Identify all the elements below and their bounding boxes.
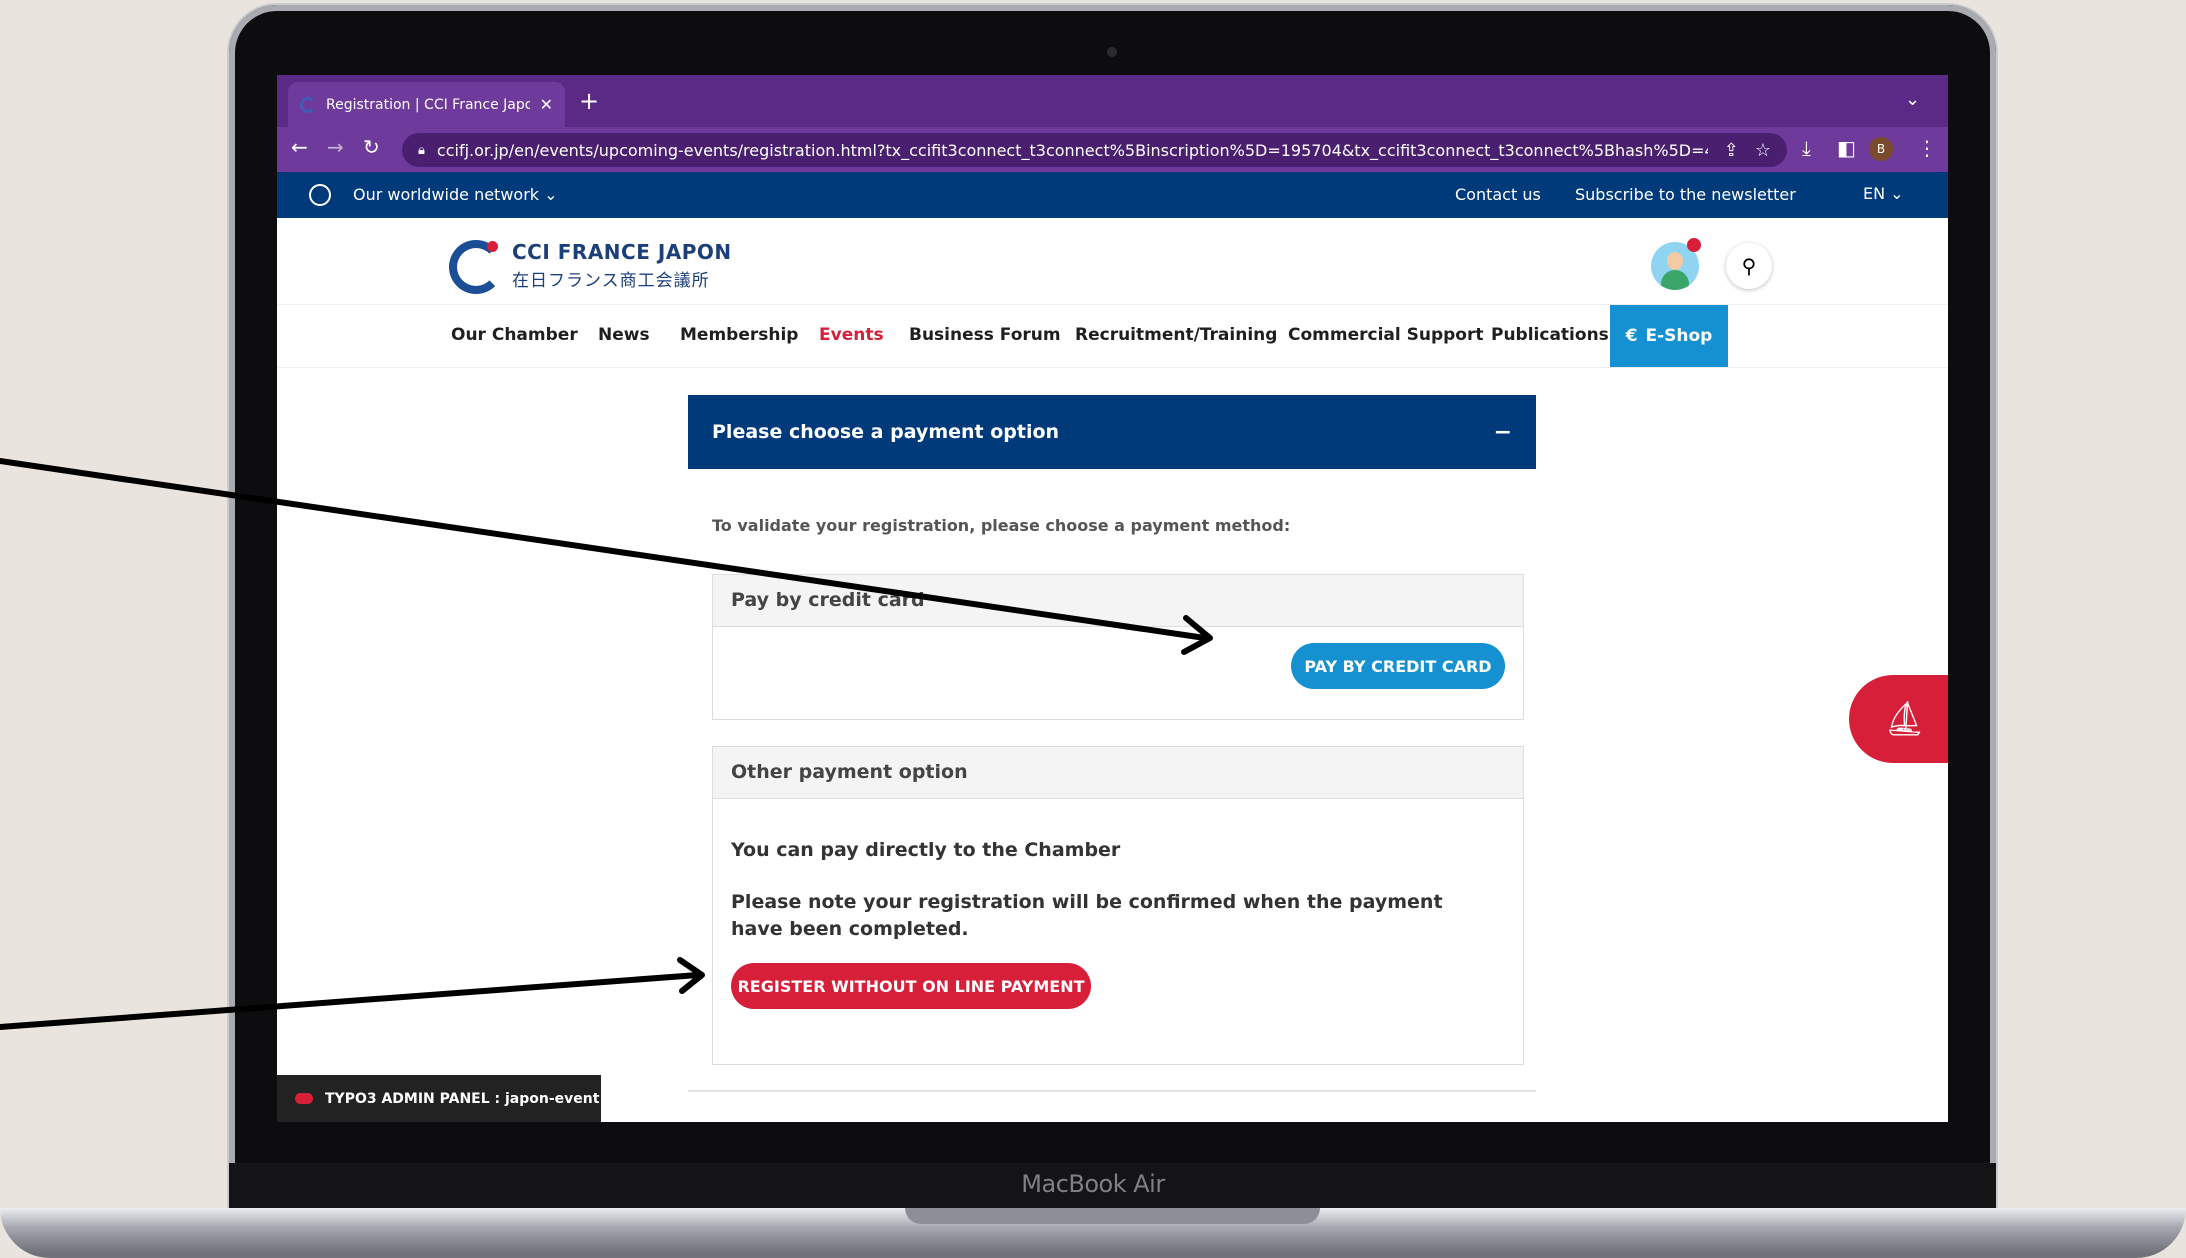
arrow-to-credit-card: [0, 458, 1208, 641]
arrow-to-register: [0, 972, 701, 1030]
annotation-arrows: [0, 458, 1213, 1030]
